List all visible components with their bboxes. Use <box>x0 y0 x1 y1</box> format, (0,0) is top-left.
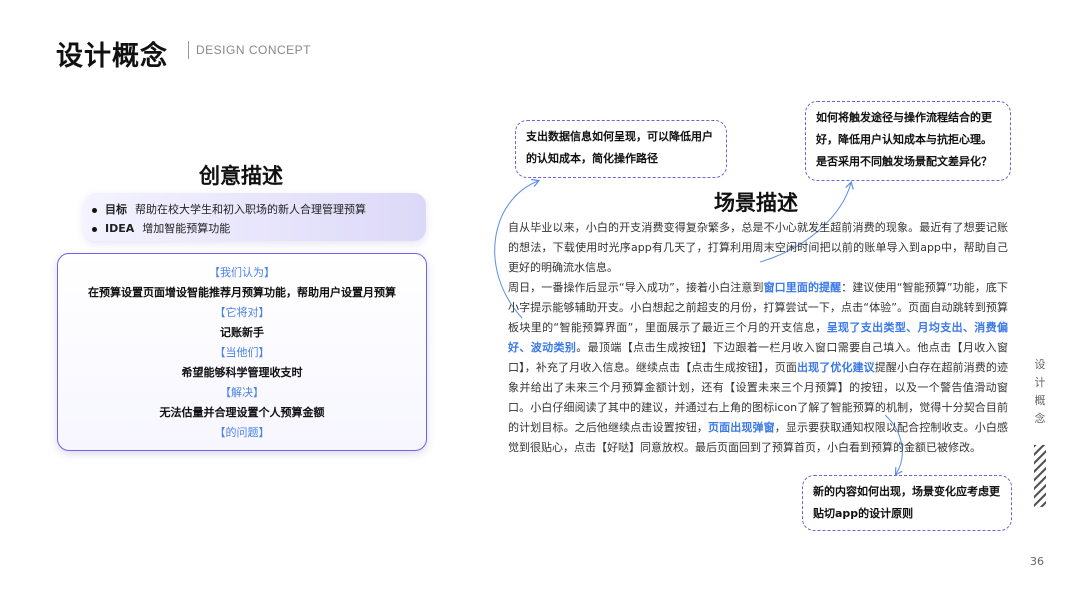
scenario-text: 自从毕业以来，小白的开支消费变得复杂繁多，总是不小心就发生超前消费的现象。最近有… <box>508 218 1008 458</box>
callout-data-presentation: 支出数据信息如何呈现，可以降低用户的认知成本，简化操作路径 <box>515 120 727 178</box>
side-label-char: 设 <box>1034 358 1046 371</box>
scenario-heading: 场景描述 <box>714 191 798 215</box>
scenario-text-segment: 周日，一番操作后显示“导入成功”，接着小白注意到 <box>508 281 764 294</box>
callout-trigger-path: 如何将触发途径与操作流程结合的更好，降低用户认知成本与抗拒心理。是否采用不同触发… <box>805 101 1011 181</box>
scenario-paragraph-2: 周日，一番操作后显示“导入成功”，接着小白注意到窗口里面的提醒：建议使用“智能预… <box>508 278 1008 458</box>
highlight-text: 窗口里面的提醒 <box>763 281 842 294</box>
page-number: 36 <box>1030 555 1044 568</box>
callout-new-content: 新的内容如何出现，场景变化应考虑更贴切app的设计原则 <box>802 475 1012 531</box>
side-label-char: 计 <box>1034 376 1046 389</box>
hatch-decoration <box>1034 445 1046 507</box>
highlight-text: 出现了优化建议 <box>797 361 875 374</box>
side-label-char: 概 <box>1034 394 1046 407</box>
side-label: 设计概念 <box>1033 356 1047 428</box>
highlight-text: 页面出现弹窗 <box>708 421 775 434</box>
side-label-char: 念 <box>1034 412 1046 425</box>
scenario-paragraph-1: 自从毕业以来，小白的开支消费变得复杂繁多，总是不小心就发生超前消费的现象。最近有… <box>508 221 1008 274</box>
